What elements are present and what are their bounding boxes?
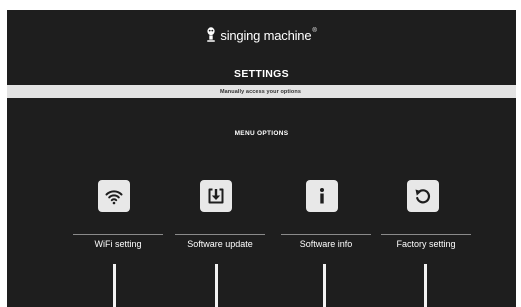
option-connector (113, 264, 116, 307)
option-label[interactable]: WiFi setting (65, 239, 171, 249)
menu-option-factory-setting[interactable]: Factory setting (381, 180, 471, 307)
option-divider (175, 234, 265, 235)
settings-screen: singing machine® SETTINGS Manually acces… (7, 10, 516, 307)
option-divider (281, 234, 371, 235)
reset-icon[interactable] (407, 180, 439, 212)
option-connector (215, 264, 218, 307)
option-divider (73, 234, 163, 235)
option-connector (323, 264, 326, 307)
brand-logo: singing machine® (7, 27, 516, 43)
option-divider (381, 234, 471, 235)
menu-option-wifi-setting[interactable]: WiFi setting (73, 180, 163, 307)
microphone-logo-icon (207, 27, 216, 42)
option-label[interactable]: Software info (273, 239, 379, 249)
brand-name: singing machine® (220, 27, 317, 43)
info-icon[interactable] (306, 180, 338, 212)
option-connector (424, 264, 427, 307)
menu-option-software-info[interactable]: Software info (281, 180, 371, 307)
option-label[interactable]: Software update (167, 239, 273, 249)
download-icon[interactable] (200, 180, 232, 212)
menu-option-software-update[interactable]: Software update (175, 180, 265, 307)
menu-options-heading: MENU OPTIONS (234, 130, 289, 137)
option-label[interactable]: Factory setting (373, 239, 479, 249)
subtitle-bar: Manually access your options (7, 85, 516, 98)
wifi-icon[interactable] (98, 180, 130, 212)
page-title: SETTINGS (234, 68, 289, 80)
page-subtitle: Manually access your options (219, 88, 302, 95)
